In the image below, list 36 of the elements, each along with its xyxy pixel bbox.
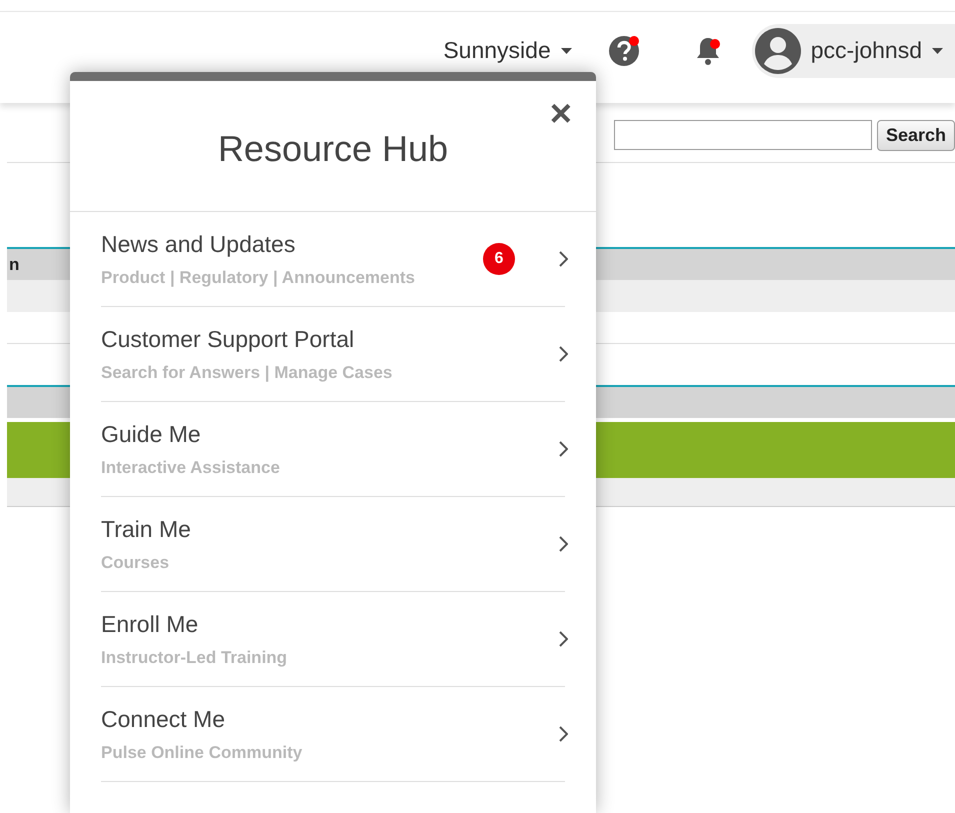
resource-item[interactable]: Connect Me Pulse Online Community (101, 687, 565, 782)
resource-item[interactable]: Train Me Courses (101, 497, 565, 592)
item-title: Customer Support Portal (101, 326, 356, 352)
item-title: Train Me (101, 516, 192, 542)
search-field[interactable] (614, 120, 872, 150)
chevron-right-icon (559, 536, 568, 552)
resource-item[interactable]: Enroll Me Instructor-Led Training (101, 592, 565, 687)
user-menu[interactable]: pcc-johnsd (752, 24, 955, 78)
chevron-right-icon (559, 631, 568, 647)
item-subtitle: Product | Regulatory | Announcements (101, 268, 416, 288)
item-subtitle: Instructor-Led Training (101, 648, 288, 668)
caret-icon (932, 48, 943, 54)
chevron-right-icon (559, 251, 568, 267)
item-title: Enroll Me (101, 610, 200, 638)
close-button[interactable]: × (550, 95, 572, 133)
item-subtitle: Interactive Assistance (101, 458, 281, 478)
item-subtitle: Pulse Online Community (101, 742, 304, 762)
item-title: Connect Me (101, 706, 226, 732)
item-title: News and Updates (101, 230, 296, 258)
resource-item[interactable]: News and Updates Product | Regulatory | Announcements 6 (101, 212, 565, 307)
count-badge: 6 (483, 243, 515, 275)
search-button[interactable]: Search (876, 120, 955, 150)
caret-icon (560, 48, 572, 54)
resource-item[interactable]: Customer Support Portal Search for Answers | Manage Cases (101, 307, 565, 402)
column-header: n (9, 254, 20, 274)
panel-title: Resource Hub (218, 128, 448, 170)
chevron-right-icon (559, 346, 568, 362)
resource-item[interactable]: Guide Me Interactive Assistance (101, 402, 565, 497)
avatar-icon (754, 28, 801, 74)
chevron-right-icon (559, 726, 568, 742)
item-subtitle: Courses (101, 552, 170, 572)
item-title: Guide Me (101, 420, 202, 448)
help-icon (608, 36, 639, 66)
chevron-right-icon (559, 441, 568, 457)
facility-dropdown[interactable]: Sunnyside (443, 37, 572, 64)
item-subtitle: Search for Answers | Manage Cases (101, 362, 394, 382)
